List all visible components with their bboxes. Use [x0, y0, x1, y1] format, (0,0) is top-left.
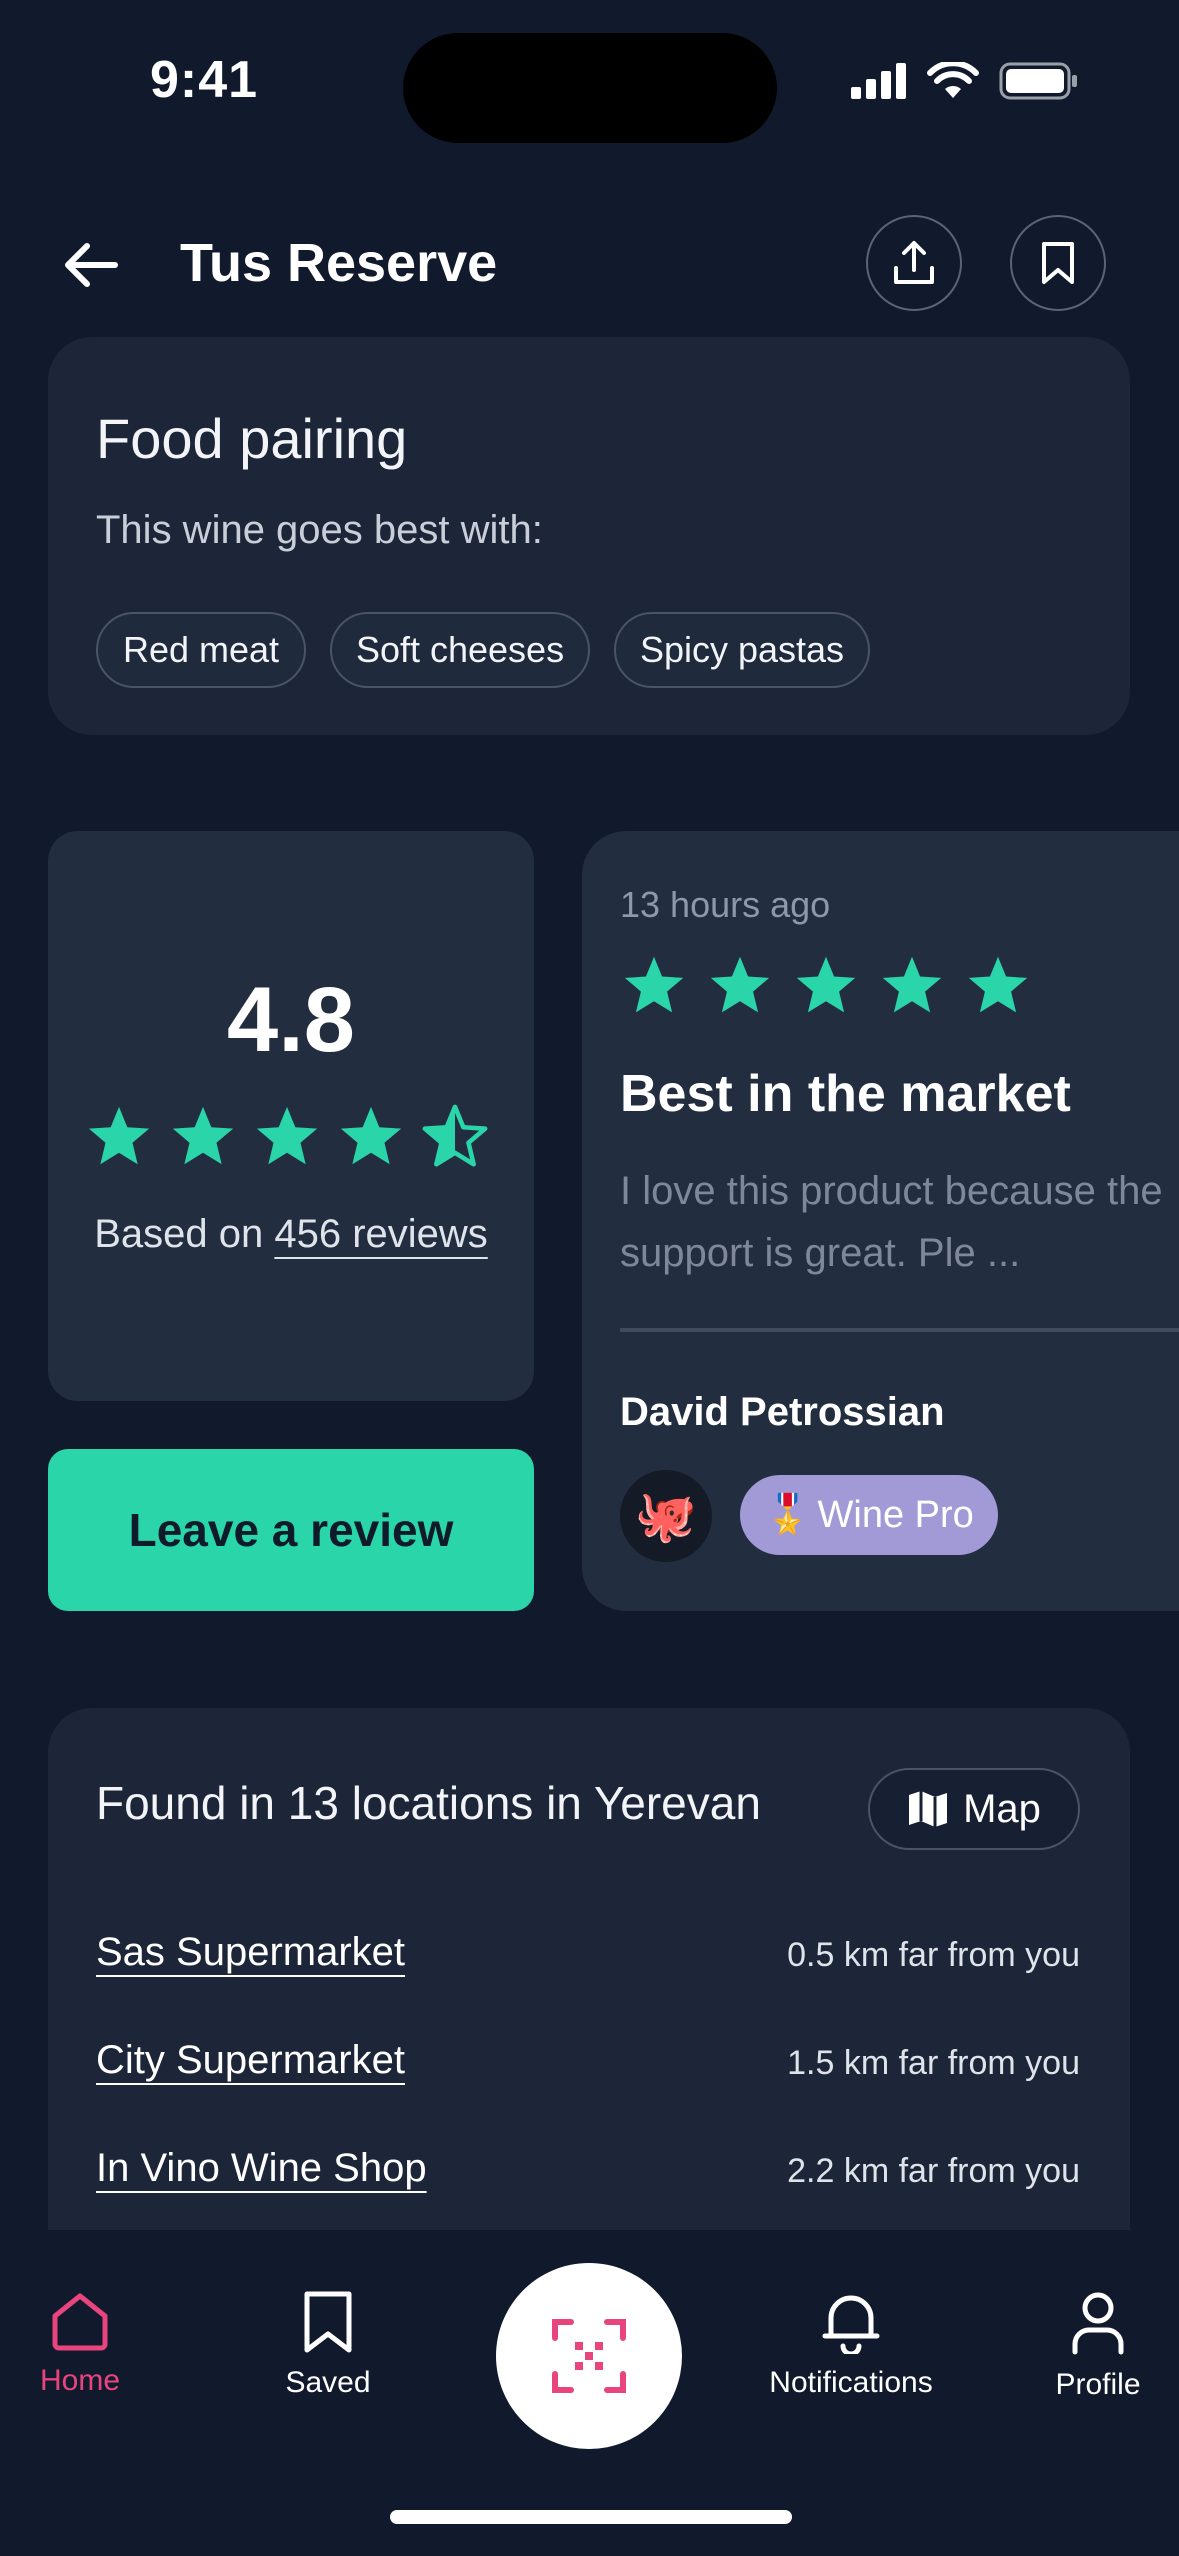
home-icon	[52, 2293, 108, 2351]
tab-home-label: Home	[39, 2364, 121, 2397]
dynamic-island	[403, 33, 777, 143]
medal-icon: 🎖️	[764, 1494, 812, 1536]
star-icon	[624, 956, 684, 1013]
bell-icon	[822, 2295, 880, 2354]
food-pairing-subtitle: This wine goes best with:	[96, 508, 543, 552]
location-distance: 0.5 km far from you	[787, 1936, 1080, 1974]
star-icon	[796, 956, 856, 1013]
map-label: Map	[963, 1786, 1041, 1831]
tab-profile-label: Profile	[1055, 2368, 1141, 2401]
chip-soft-cheeses[interactable]: Soft cheeses	[330, 612, 590, 688]
tab-saved-label: Saved	[285, 2366, 371, 2399]
review-body-line: I love this product because the	[620, 1169, 1163, 1213]
location-link[interactable]: Sas Supermarket	[96, 1930, 405, 1975]
star-icon	[968, 956, 1028, 1013]
food-pairing-title: Food pairing	[96, 407, 408, 470]
star-icon	[256, 1106, 318, 1165]
based-on-prefix: Based on	[94, 1212, 264, 1256]
based-on-text: Based on 456 reviews	[48, 1212, 534, 1257]
tab-notifications[interactable]: Notifications	[766, 2290, 936, 2400]
locations-title: Found in 13 locations in Yerevan	[96, 1777, 761, 1829]
rating-value: 4.8	[227, 969, 355, 1071]
status-time: 9:41	[150, 51, 259, 109]
octopus-icon: 🐙	[634, 1487, 698, 1544]
battery-icon	[999, 62, 1077, 100]
bookmark-icon	[304, 2291, 352, 2353]
status-icons	[851, 62, 1079, 100]
scan-button[interactable]	[496, 2263, 682, 2449]
avatar: 🐙	[620, 1470, 712, 1562]
bookmark-button[interactable]	[1010, 215, 1106, 311]
map-icon	[909, 1791, 948, 1827]
location-link[interactable]: City Supermarket	[96, 2038, 405, 2083]
bookmark-icon	[1042, 242, 1074, 284]
back-button[interactable]	[56, 230, 126, 300]
tab-saved[interactable]: Saved	[278, 2290, 378, 2400]
star-icon	[172, 1106, 234, 1165]
review-body: I love this product because the support …	[620, 1160, 1179, 1284]
badge-label: Wine Pro	[817, 1493, 974, 1536]
star-icon	[710, 956, 770, 1013]
review-stars	[620, 954, 1032, 1018]
share-icon	[894, 241, 934, 284]
location-link[interactable]: In Vino Wine Shop	[96, 2146, 427, 2191]
location-distance: 1.5 km far from you	[787, 2044, 1080, 2082]
star-icon	[882, 956, 942, 1013]
reviews-count-link[interactable]: 456 reviews	[274, 1212, 487, 1256]
user-badge: 🎖️ Wine Pro	[740, 1475, 998, 1555]
star-icon	[88, 1106, 150, 1165]
review-author: David Petrossian	[620, 1390, 945, 1434]
location-distance: 2.2 km far from you	[787, 2152, 1080, 2190]
tab-notifications-label: Notifications	[769, 2366, 933, 2399]
profile-icon	[1072, 2292, 1124, 2355]
scan-icon	[552, 2319, 626, 2393]
home-indicator	[390, 2510, 792, 2524]
review-time: 13 hours ago	[620, 884, 831, 925]
review-body-line: support is great. Ple ...	[620, 1231, 1021, 1275]
leave-review-button[interactable]: Leave a review	[48, 1449, 534, 1611]
star-icon	[340, 1106, 402, 1165]
wifi-icon	[927, 62, 979, 98]
half-star-icon	[422, 1104, 488, 1167]
chip-red-meat[interactable]: Red meat	[96, 612, 306, 688]
tab-profile[interactable]: Profile	[1050, 2290, 1146, 2402]
review-divider	[620, 1328, 1179, 1332]
map-button[interactable]: Map	[868, 1768, 1080, 1850]
review-title: Best in the market	[620, 1065, 1071, 1123]
tab-home[interactable]: Home	[40, 2290, 120, 2398]
share-button[interactable]	[866, 215, 962, 311]
signal-icon	[851, 63, 906, 99]
arrow-left-icon	[65, 243, 118, 287]
rating-stars	[84, 1104, 490, 1170]
chip-spicy-pastas[interactable]: Spicy pastas	[614, 612, 870, 688]
page-title: Tus Reserve	[180, 233, 498, 293]
